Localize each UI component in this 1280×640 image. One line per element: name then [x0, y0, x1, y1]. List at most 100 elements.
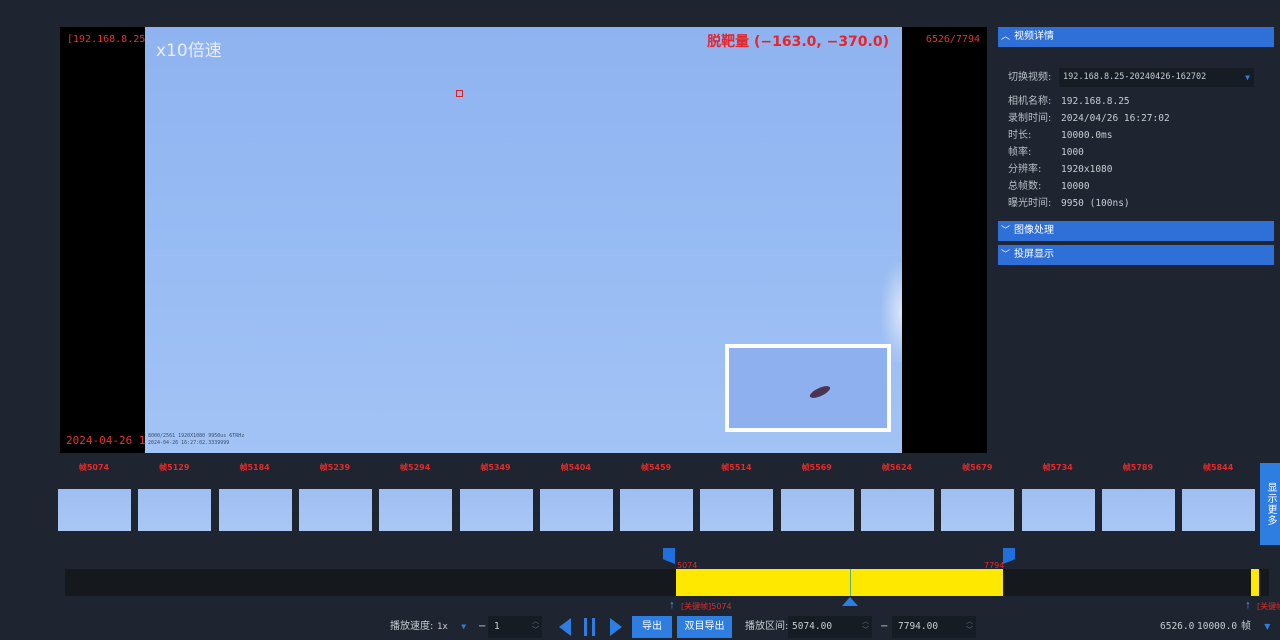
- range-start-handle[interactable]: [663, 548, 675, 564]
- info-rows: 相机名称: 192.168.8.25 录制时间: 2024/04/26 16:27:0…: [1008, 93, 1258, 212]
- pause-icon[interactable]: [583, 618, 597, 640]
- info-key: 相机名称:: [1008, 96, 1052, 107]
- unit-select[interactable]: 帧 ▼: [1241, 616, 1270, 638]
- section-header-image-processing[interactable]: ﹀ 图像处理: [998, 221, 1274, 241]
- video-image: x10倍速 脱靶量 (−163.0, −370.0) 8000/2561 192…: [145, 27, 902, 453]
- thumbnail[interactable]: [459, 489, 533, 531]
- keyframe-pin-icon[interactable]: 🠕: [1246, 598, 1250, 614]
- thumbnail-label: 帧5129: [159, 463, 190, 472]
- spinner-icon[interactable]: ︿ ﹀: [966, 617, 973, 635]
- video-viewport[interactable]: [192.168.8.25] 6526/7794 2024-04-26 16: …: [60, 27, 987, 453]
- section-header-video-details[interactable]: ︿ 视频详情: [998, 27, 1274, 47]
- thumbnail[interactable]: [1021, 489, 1095, 531]
- playhead-marker-icon[interactable]: [842, 597, 858, 606]
- thumbnail[interactable]: [861, 489, 934, 531]
- info-value: 1000: [1061, 147, 1084, 158]
- thumbnail[interactable]: [1101, 489, 1175, 531]
- range-start-label: 5074: [677, 561, 698, 570]
- dropdown-arrow-icon: ▼: [461, 622, 467, 631]
- thumbnail[interactable]: [218, 489, 292, 531]
- thumbnail-label: 帧5074: [78, 463, 110, 472]
- dropdown-arrow-icon: ▼: [1264, 622, 1271, 631]
- step-minus-button[interactable]: −: [478, 616, 486, 638]
- thumbnail-label: 帧5349: [480, 463, 511, 472]
- dual-export-button[interactable]: 双目导出: [677, 616, 732, 638]
- info-value: 10000.0ms: [1061, 130, 1113, 141]
- range-start-input[interactable]: 5074.00 ︿ ﹀: [788, 616, 872, 638]
- speed-label: 播放速度:: [390, 621, 434, 632]
- chevron-up-icon: ︿: [1001, 32, 1011, 42]
- chevron-down-icon: ﹀: [1001, 250, 1011, 260]
- info-key: 时长:: [1008, 130, 1032, 141]
- switch-video-select[interactable]: 192.168.8.25-20240426-162702 ▼: [1059, 68, 1254, 87]
- chevron-down-icon: ﹀: [1001, 226, 1011, 236]
- info-value: 1920x1080: [1061, 164, 1113, 175]
- thumbnail-label: 帧5569: [801, 463, 832, 472]
- info-key: 录制时间:: [1008, 113, 1052, 124]
- thumbnail-label: 帧5844: [1203, 463, 1234, 472]
- offset-overlay: 脱靶量 (−163.0, −370.0): [707, 34, 889, 50]
- frame-labels: 帧5074 帧5129 帧5184 帧5239 帧5294 帧5349 帧5404 帧5459…: [58, 462, 1258, 474]
- thumbnail[interactable]: [700, 489, 774, 531]
- thumbnail[interactable]: [379, 489, 453, 531]
- timeline-track[interactable]: [65, 569, 1269, 596]
- thumbnail[interactable]: [539, 489, 613, 531]
- keyframe-pin-icon[interactable]: 🠕: [670, 598, 674, 614]
- app-root: [192.168.8.25] 6526/7794 2024-04-26 16: …: [0, 0, 1280, 640]
- frame-counter-overlay: 6526/7794: [925, 34, 980, 45]
- range-dash: −: [880, 621, 889, 632]
- thumbnail[interactable]: [941, 489, 1015, 531]
- timeline-selected-range[interactable]: [676, 569, 1003, 596]
- zoom-inset: [725, 344, 891, 432]
- prev-frame-icon[interactable]: [557, 618, 573, 640]
- info-row: 时长: 10000.0ms: [1008, 127, 1258, 144]
- thumbnail-label: 帧5184: [239, 463, 270, 472]
- info-value: 2024/04/26 16:27:02: [1061, 113, 1170, 124]
- thumbnail[interactable]: [298, 489, 372, 531]
- target-marker: [456, 90, 463, 97]
- spinner-icon[interactable]: ︿ ﹀: [532, 617, 539, 635]
- next-frame-icon[interactable]: [608, 618, 624, 640]
- info-key: 分辨率:: [1008, 164, 1042, 175]
- thumbnail-strip: [58, 489, 1258, 531]
- thumbnail[interactable]: [58, 489, 131, 531]
- video-meta-text: 8000/2561 1920X1080 9950us 6TRHz 2024-04…: [148, 433, 245, 446]
- info-row: 曝光时间: 9950 (100ns): [1008, 195, 1258, 212]
- info-value: 9950 (100ns): [1061, 198, 1130, 209]
- thumbnail-label: 帧5239: [319, 463, 351, 472]
- info-row: 分辨率: 1920x1080: [1008, 161, 1258, 178]
- dropdown-arrow-icon: ▼: [1245, 73, 1250, 82]
- range-end-input[interactable]: 7794.00 ︿ ﹀: [892, 616, 976, 638]
- tracked-object: [808, 383, 832, 401]
- thumbnail-label: 帧5734: [1042, 463, 1073, 472]
- info-key: 曝光时间:: [1008, 198, 1052, 209]
- keyframe-end-label: [关键帧: [1257, 602, 1280, 611]
- export-button[interactable]: 导出: [632, 616, 672, 638]
- date-overlay: 2024-04-26 16:: [66, 434, 151, 447]
- range-end-label: 7794: [984, 561, 1005, 570]
- info-key: 总帧数:: [1008, 181, 1042, 192]
- section-header-screen-display[interactable]: ﹀ 投屏显示: [998, 245, 1274, 265]
- range-end-handle[interactable]: [1003, 548, 1015, 564]
- thumbnail[interactable]: [138, 489, 212, 531]
- thumbnail-label: 帧5624: [881, 463, 913, 472]
- spinner-icon[interactable]: ︿ ﹀: [862, 617, 869, 635]
- thumbnail-label: 帧5514: [721, 463, 752, 472]
- info-row: 帧率: 1000: [1008, 144, 1258, 161]
- thumbnail[interactable]: [1182, 489, 1256, 531]
- speed-select[interactable]: 1x ▼: [437, 616, 466, 638]
- timeline-playhead[interactable]: [850, 569, 851, 596]
- video-info: 切换视频: 相机名称: 192.168.8.25 录制时间: 2024/04/26 1…: [1008, 68, 1258, 212]
- camera-ip-overlay: [192.168.8.25]: [67, 34, 152, 45]
- thumbnail[interactable]: [620, 489, 694, 531]
- show-more-button[interactable]: 显示更多: [1260, 463, 1280, 545]
- thumbnail[interactable]: [780, 489, 854, 531]
- keyframe-start-label: [关键帧]5074: [681, 602, 732, 611]
- timeline-keyframe-mark: [1251, 569, 1259, 596]
- thumbnail-label: 帧5789: [1122, 463, 1154, 472]
- thumbnail-label: 帧5679: [962, 463, 993, 472]
- thumbnail-label: 帧5404: [560, 463, 591, 472]
- step-input[interactable]: 1 ︿ ﹀: [488, 616, 542, 638]
- thumbnail-label: 帧5459: [640, 463, 672, 472]
- info-value: 192.168.8.25: [1061, 96, 1130, 107]
